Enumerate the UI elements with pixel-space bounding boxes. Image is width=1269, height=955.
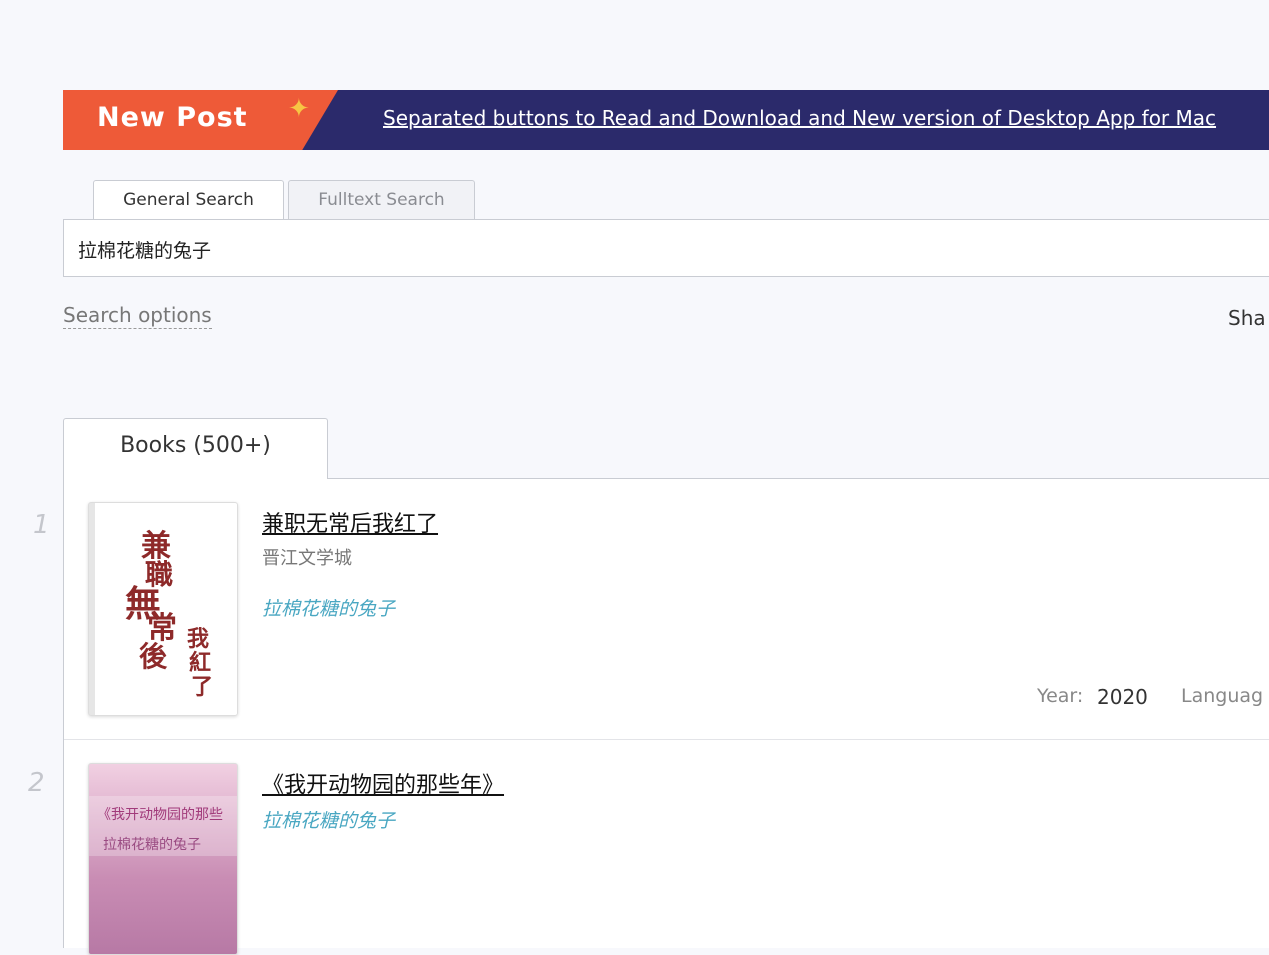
- cover-calligraphy: 了: [191, 674, 214, 700]
- book-title[interactable]: 兼职无常后我红了: [262, 506, 438, 538]
- new-post-link[interactable]: Separated buttons to Read and Download a…: [383, 106, 1216, 130]
- sparkle-icon: ✦: [288, 94, 310, 124]
- result-number: 1: [33, 510, 50, 540]
- year-value: 2020: [1097, 685, 1148, 709]
- book-title[interactable]: 《我开动物园的那些年》: [262, 767, 504, 799]
- search-box: [63, 219, 1269, 278]
- search-input[interactable]: [76, 220, 1180, 278]
- cover-author-text: 拉棉花糖的兔子: [103, 837, 201, 853]
- result-number: 2: [28, 768, 45, 798]
- language-label: Languag: [1181, 685, 1264, 707]
- tab-books[interactable]: Books (500+): [63, 418, 328, 479]
- book-publisher: 晋江文学城: [262, 548, 352, 569]
- book-cover[interactable]: 兼 職 無 常 後 我 紅 了: [88, 502, 238, 716]
- year-label: Year:: [1037, 685, 1084, 707]
- book-cover[interactable]: 《我开动物园的那些 拉棉花糖的兔子: [88, 763, 238, 955]
- search-options-link[interactable]: Search options: [63, 302, 212, 329]
- tab-fulltext-search[interactable]: Fulltext Search: [288, 180, 475, 219]
- new-post-badge-label: New Post: [97, 102, 248, 133]
- new-post-banner: New Post ✦ Separated buttons to Read and…: [63, 90, 1269, 150]
- book-author[interactable]: 拉棉花糖的兔子: [262, 806, 395, 833]
- book-author[interactable]: 拉棉花糖的兔子: [262, 594, 395, 621]
- results-panel: [63, 478, 1269, 948]
- tab-general-search[interactable]: General Search: [93, 180, 284, 221]
- tab-books-label: Books (500+): [120, 433, 271, 458]
- share-button[interactable]: Sha: [1228, 306, 1266, 330]
- cover-calligraphy: 後: [139, 640, 168, 673]
- row-divider: [64, 739, 1269, 740]
- cover-title-text: 《我开动物园的那些: [97, 807, 223, 823]
